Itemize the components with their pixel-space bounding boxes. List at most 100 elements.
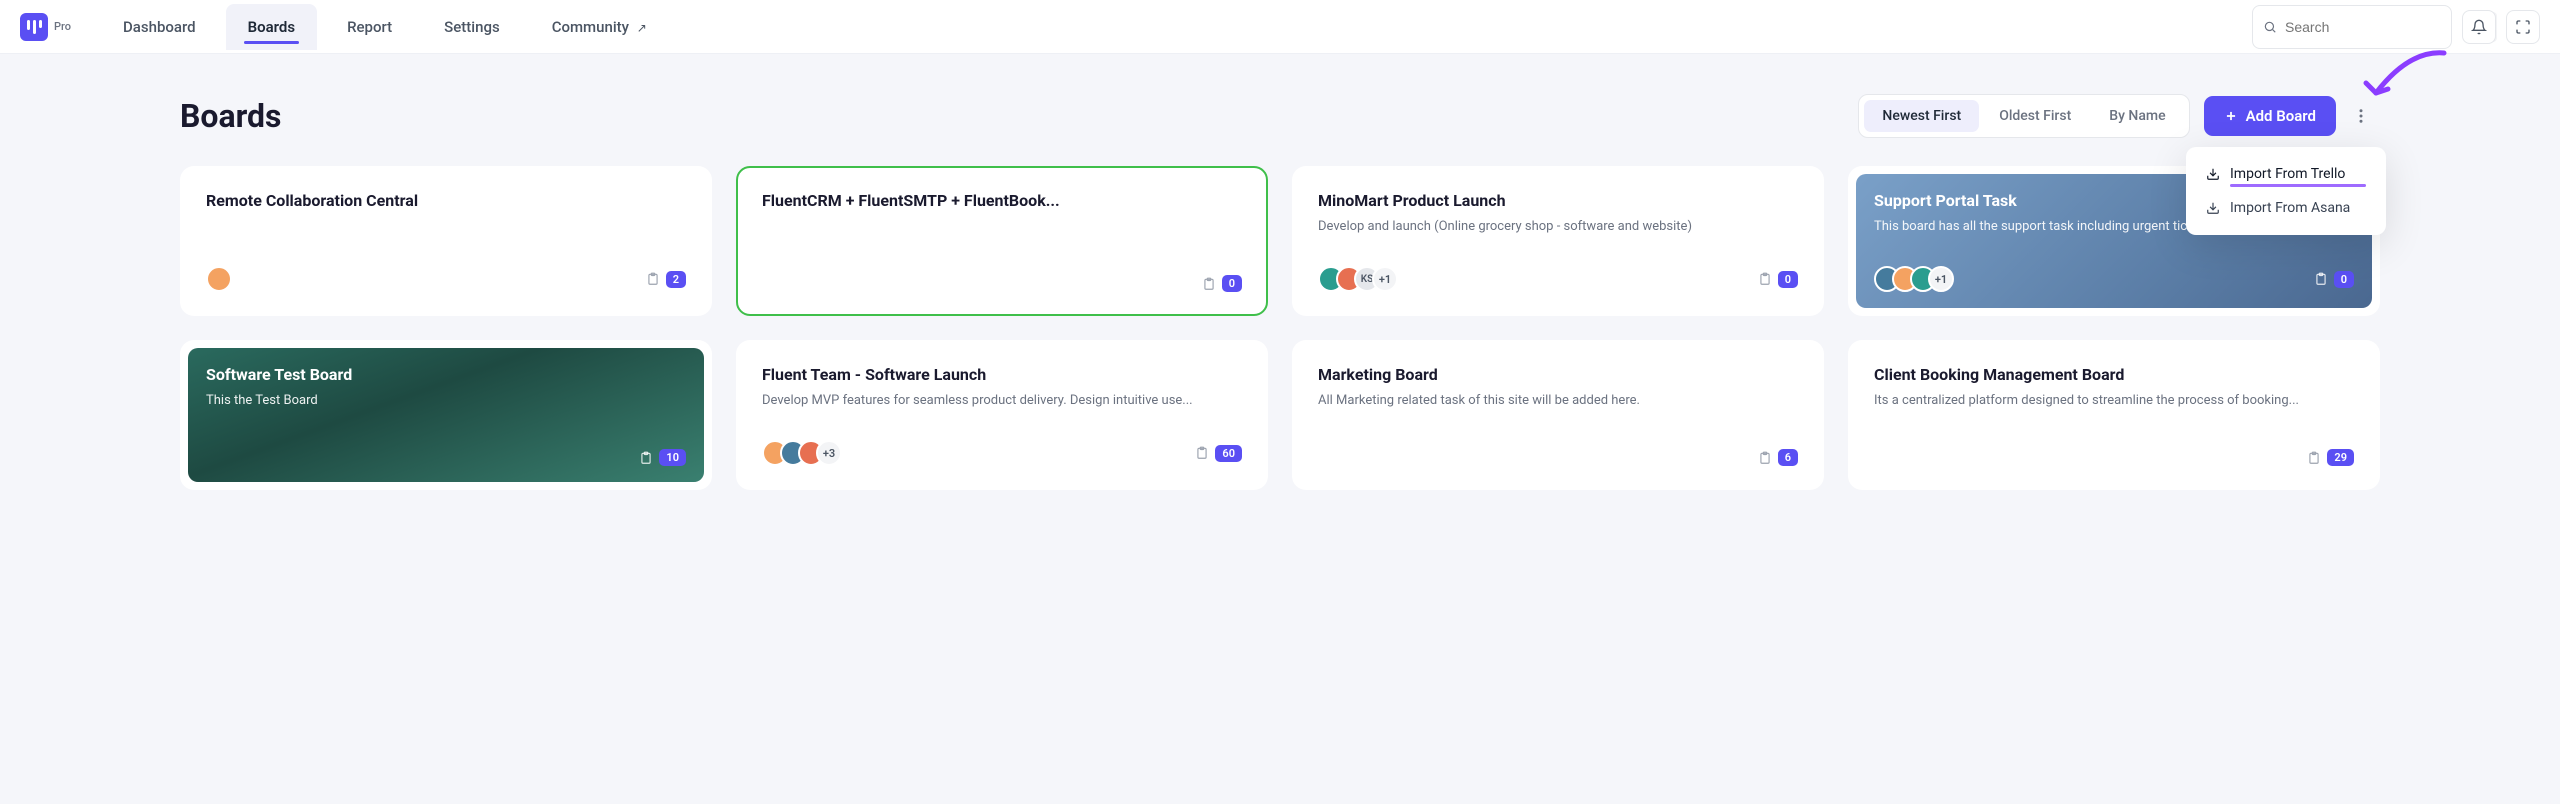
board-footer: 29 — [1874, 449, 2354, 466]
add-board-button[interactable]: Add Board — [2204, 96, 2336, 136]
pro-badge: Pro — [54, 20, 71, 33]
board-card-inner: Client Booking Management Board Its a cen… — [1856, 348, 2372, 482]
task-count-badge: 60 — [1215, 445, 1242, 462]
board-description: Develop and launch (Online grocery shop … — [1318, 218, 1798, 237]
board-title: Marketing Board — [1318, 364, 1798, 386]
clipboard-icon — [1202, 277, 1216, 291]
board-card-inner: Software Test Board This the Test Board 10 — [188, 348, 704, 482]
nav-tab-dashboard[interactable]: Dashboard — [101, 4, 218, 50]
board-description: Its a centralized platform designed to s… — [1874, 392, 2354, 411]
board-card-inner: MinoMart Product Launch Develop and launc… — [1300, 174, 1816, 308]
clipboard-icon — [1758, 272, 1772, 286]
annotation-arrow-icon — [2354, 45, 2454, 115]
board-description: This the Test Board — [206, 392, 686, 411]
avatar-stack — [206, 266, 232, 292]
clipboard-icon — [1758, 451, 1772, 465]
board-card[interactable]: MinoMart Product Launch Develop and launc… — [1292, 166, 1824, 316]
sort-by-name[interactable]: By Name — [2091, 100, 2183, 132]
import-from-trello[interactable]: Import From Trello — [2192, 157, 2380, 191]
avatar-stack: +1 — [1874, 266, 1954, 292]
clipboard-icon — [2314, 272, 2328, 286]
avatar-more: +1 — [1928, 266, 1954, 292]
task-count-wrap: 29 — [2307, 449, 2354, 466]
more-options-button[interactable]: Import From Trello Import From Asana — [2342, 97, 2380, 135]
sort-label: By Name — [2109, 108, 2165, 124]
board-card-inner: Marketing BoardAll Marketing related tas… — [1300, 348, 1816, 482]
nav-tabs: Dashboard Boards Report Settings Communi… — [101, 4, 669, 50]
board-card-inner: Remote Collaboration Central 2 — [188, 174, 704, 308]
app-logo-icon — [20, 13, 48, 41]
clipboard-icon — [2307, 451, 2321, 465]
sort-control: Newest First Oldest First By Name — [1858, 94, 2189, 138]
search-input[interactable] — [2285, 19, 2466, 35]
more-vertical-icon — [2352, 107, 2370, 125]
board-title: Client Booking Management Board — [1874, 364, 2354, 386]
task-count-badge: 0 — [2334, 271, 2354, 288]
task-count-badge: 2 — [666, 271, 686, 288]
board-title: MinoMart Product Launch — [1318, 190, 1798, 212]
task-count-badge: 29 — [2327, 449, 2354, 466]
task-count-wrap: 6 — [1758, 449, 1798, 466]
import-from-asana[interactable]: Import From Asana — [2192, 191, 2380, 225]
board-card[interactable]: Software Test Board This the Test Board 10 — [180, 340, 712, 490]
nav-tab-label: Report — [347, 18, 392, 36]
clipboard-icon — [1195, 446, 1209, 460]
boards-grid: Remote Collaboration Central 2 FluentCRM +… — [180, 166, 2380, 490]
board-footer: 6 — [1318, 449, 1798, 466]
clipboard-icon — [639, 451, 653, 465]
sort-oldest-first[interactable]: Oldest First — [1981, 100, 2089, 132]
board-card[interactable]: Remote Collaboration Central 2 — [180, 166, 712, 316]
search-box[interactable]: ⌘ k — [2252, 5, 2452, 49]
nav-tab-label: Dashboard — [123, 18, 196, 36]
board-footer: 2 — [206, 266, 686, 292]
nav-tab-settings[interactable]: Settings — [422, 4, 522, 50]
board-title: Fluent Team - Software Launch — [762, 364, 1242, 386]
board-card[interactable]: FluentCRM + FluentSMTP + FluentBook... 0 — [736, 166, 1268, 316]
expand-icon — [2515, 19, 2531, 35]
board-footer: KS+1 0 — [1318, 266, 1798, 292]
board-title: Remote Collaboration Central — [206, 190, 686, 212]
avatar-more: +1 — [1372, 266, 1398, 292]
nav-tab-report[interactable]: Report — [325, 4, 414, 50]
dropdown-item-label: Import From Trello — [2230, 166, 2345, 182]
board-card[interactable]: Marketing BoardAll Marketing related tas… — [1292, 340, 1824, 490]
download-icon — [2206, 201, 2220, 215]
logo-wrap[interactable]: Pro — [20, 13, 71, 41]
page-header: Boards Newest First Oldest First By Name… — [180, 94, 2380, 138]
nav-tab-boards[interactable]: Boards — [226, 4, 317, 50]
board-description: Develop MVP features for seamless produc… — [762, 392, 1242, 411]
task-count-badge: 0 — [1778, 271, 1798, 288]
board-footer: +3 60 — [762, 440, 1242, 466]
external-link-icon: ↗ — [637, 21, 647, 35]
board-card[interactable]: Fluent Team - Software Launch Develop MVP… — [736, 340, 1268, 490]
task-count-wrap: 0 — [1758, 271, 1798, 288]
avatar-stack: +3 — [762, 440, 842, 466]
nav-tab-label: Community — [552, 18, 633, 36]
avatar-more: +3 — [816, 440, 842, 466]
sort-label: Newest First — [1882, 108, 1961, 124]
board-footer: +1 0 — [1874, 266, 2354, 292]
search-icon — [2263, 20, 2277, 34]
avatar-stack: KS+1 — [1318, 266, 1398, 292]
avatar — [206, 266, 232, 292]
main-content: Boards Newest First Oldest First By Name… — [0, 54, 2560, 510]
board-title: Software Test Board — [206, 364, 686, 386]
plus-icon — [2224, 109, 2238, 123]
sort-newest-first[interactable]: Newest First — [1864, 100, 1979, 132]
board-footer: 10 — [206, 449, 686, 466]
nav-tab-community[interactable]: Community ↗ — [530, 4, 669, 50]
task-count-badge: 0 — [1222, 275, 1242, 292]
board-footer: 0 — [762, 275, 1242, 292]
bell-icon — [2471, 19, 2487, 35]
import-dropdown: Import From Trello Import From Asana — [2186, 147, 2386, 235]
nav-tab-label: Boards — [248, 18, 295, 36]
fullscreen-button[interactable] — [2506, 10, 2540, 44]
notifications-button[interactable] — [2462, 10, 2496, 44]
add-board-label: Add Board — [2246, 107, 2316, 125]
clipboard-icon — [646, 272, 660, 286]
task-count-wrap: 60 — [1195, 445, 1242, 462]
board-card[interactable]: Client Booking Management Board Its a cen… — [1848, 340, 2380, 490]
task-count-badge: 6 — [1778, 449, 1798, 466]
board-title: FluentCRM + FluentSMTP + FluentBook... — [762, 190, 1242, 212]
sort-label: Oldest First — [1999, 108, 2071, 124]
